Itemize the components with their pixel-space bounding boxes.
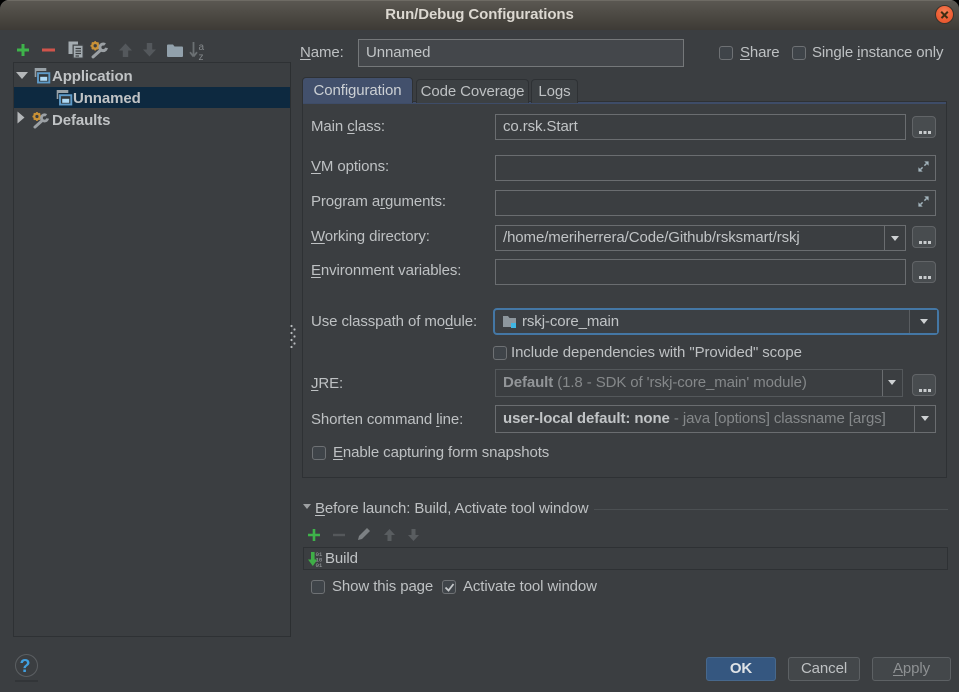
svg-text:z: z	[199, 52, 204, 60]
svg-text:01: 01	[316, 562, 323, 567]
